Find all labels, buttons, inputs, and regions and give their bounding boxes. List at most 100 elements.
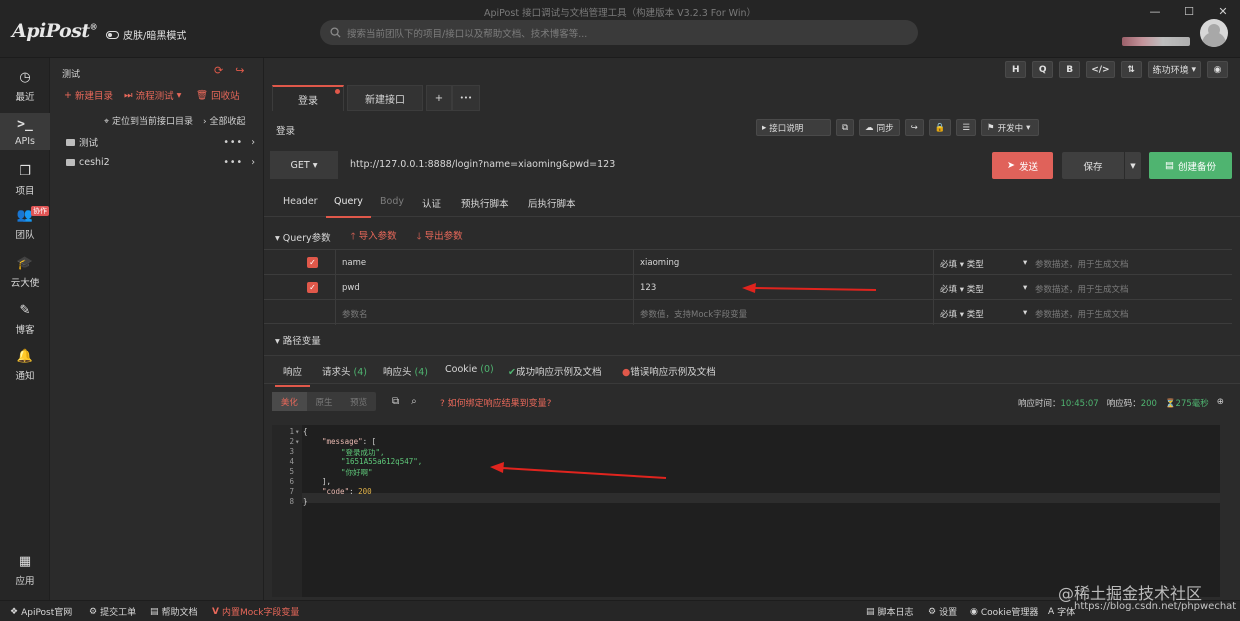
cookie-manager-button[interactable]: ◉ Cookie管理器 [970, 605, 1038, 619]
copy-icon[interactable]: ⧉ [392, 396, 399, 407]
add-tab-button[interactable]: + [426, 85, 452, 111]
create-backup-button[interactable]: ▤ 创建备份 [1149, 152, 1232, 179]
tab-error-example[interactable]: ●错误响应示例及文档 [622, 364, 716, 378]
import-params-button[interactable]: 🡑 导入参数 [351, 228, 397, 245]
api-doc-button[interactable]: ▸ 接口说明 [756, 119, 831, 136]
add-circle-icon[interactable]: ⊕ [1217, 397, 1224, 409]
required-select[interactable]: 必填 ▾ 类型 [940, 283, 984, 295]
tab-login[interactable]: 登录 [272, 85, 344, 111]
heading-button[interactable]: H [1005, 61, 1027, 78]
method-select[interactable]: GET ▾ [270, 151, 338, 179]
param-desc-input[interactable]: 参数描述，用于生成文档 [1035, 308, 1129, 320]
code-button[interactable]: </> [1086, 61, 1115, 78]
param-desc[interactable]: 参数描述，用于生成文档 [1035, 258, 1129, 270]
tab-pre-script[interactable]: 预执行脚本 [461, 196, 509, 210]
rail-item-ambassador[interactable]: 🎓 云大使 [0, 256, 50, 289]
minimize-icon[interactable]: — [1138, 0, 1172, 22]
avatar[interactable] [1200, 19, 1228, 47]
folder-actions[interactable]: ••• › [223, 157, 256, 168]
tab-request-headers[interactable]: 请求头 (4) [322, 364, 367, 378]
param-checkbox[interactable]: ✓ [307, 257, 318, 268]
theme-toggle[interactable]: 皮肤/暗黑模式 [106, 27, 186, 42]
rail-item-project[interactable]: ❐ 项目 [0, 164, 50, 197]
param-key-input[interactable]: 参数名 [342, 308, 368, 320]
send-button[interactable]: ➤ 发送 [992, 152, 1053, 179]
help-docs-link[interactable]: ▤ 帮助文档 [150, 605, 198, 619]
mock-vars-link[interactable]: V 内置Mock字段变量 [212, 605, 299, 619]
format-pretty[interactable]: 美化 [272, 392, 307, 411]
refresh-icon[interactable]: ⟳ [214, 64, 223, 77]
tab-post-script[interactable]: 后执行脚本 [528, 196, 576, 210]
fold-icon[interactable]: ▾ [295, 427, 300, 436]
path-vars-toggle[interactable]: ▾ 路径变量 [275, 333, 321, 347]
rail-item-apps[interactable]: ▦ 应用 [0, 554, 50, 587]
db-button[interactable]: ☰ [956, 119, 976, 136]
quote-button[interactable]: Q [1032, 61, 1054, 78]
share-icon[interactable]: ↪ [235, 64, 244, 77]
sort-button[interactable]: ⇅ [1120, 61, 1142, 78]
param-value-input[interactable]: 参数值，支持Mock字段变量 [640, 308, 747, 320]
sync-button[interactable]: ☁ 同步 [859, 119, 900, 136]
font-button[interactable]: A 字体 [1048, 605, 1075, 619]
share-button[interactable]: ↪ [904, 119, 924, 136]
script-log-button[interactable]: ▤ 脚本日志 [866, 605, 914, 619]
folder-item[interactable]: ceshi2 ••• › [66, 157, 256, 168]
locate-current-button[interactable]: ⌖ 定位到当前接口目录 [104, 114, 193, 127]
format-preview[interactable]: 预览 [341, 392, 376, 411]
rail-item-blog[interactable]: ✎ 博客 [0, 303, 50, 336]
param-key[interactable]: name [342, 258, 366, 268]
editor-scrollbar[interactable] [1220, 425, 1232, 597]
search-icon[interactable]: ⌕ [411, 396, 417, 407]
param-checkbox[interactable]: ✓ [307, 282, 318, 293]
url-input[interactable]: http://127.0.0.1:8888/login?name=xiaomin… [350, 159, 615, 170]
tab-response-headers[interactable]: 响应头 (4) [383, 364, 428, 378]
caret-down-icon[interactable]: ▼ [1124, 152, 1141, 179]
global-search-input[interactable]: 搜索当前团队下的项目/接口以及帮助文档、技术博客等... [320, 20, 918, 45]
maximize-icon[interactable]: ☐ [1172, 0, 1206, 22]
required-select[interactable]: 必填 ▾ 类型 [940, 258, 984, 270]
eye-button[interactable]: ◉ [1207, 61, 1228, 78]
caret-down-icon[interactable]: ▾ [1023, 283, 1027, 293]
tab-auth[interactable]: 认证 [422, 196, 441, 210]
export-params-button[interactable]: 🡓 导出参数 [417, 228, 463, 245]
lock-button[interactable]: 🔒 [928, 119, 952, 136]
status-select[interactable]: ⚑ 开发中 ▾ [980, 119, 1039, 136]
response-body-editor[interactable]: 1 2 3 4 5 6 7 8 ▾ ▾ { "message": [ "登录成功… [272, 425, 1220, 597]
folder-item[interactable]: 测试 ••• › [66, 135, 256, 149]
bind-variable-help-link[interactable]: ? 如何绑定响应结果到变量? [440, 396, 551, 409]
tab-new-api[interactable]: 新建接口 [347, 85, 423, 111]
official-site-link[interactable]: ❖ ApiPost官网 [10, 605, 72, 619]
new-dir-button[interactable]: + 新建目录 [64, 88, 113, 103]
collapse-all-button[interactable]: › 全部收起 [203, 114, 245, 127]
rail-item-recent[interactable]: ◷ 最近 [0, 70, 50, 103]
flow-test-button[interactable]: ⏭ 流程测试 ▾ [124, 88, 181, 103]
caret-down-icon[interactable]: ▾ [1023, 308, 1027, 318]
caret-down-icon[interactable]: ▾ [1023, 258, 1027, 268]
tab-header[interactable]: Header [283, 196, 318, 207]
env-select[interactable]: 练功环境 ▾ [1147, 61, 1201, 78]
required-select[interactable]: 必填 ▾ 类型 [940, 308, 984, 320]
param-desc[interactable]: 参数描述，用于生成文档 [1035, 283, 1129, 295]
ticket-link[interactable]: ⚙ 提交工单 [89, 605, 136, 619]
tab-cookie[interactable]: Cookie (0) [445, 364, 494, 375]
save-button[interactable]: 保存 ▼ [1062, 152, 1141, 179]
query-section-toggle[interactable]: ▾ Query参数 [275, 230, 331, 244]
param-key[interactable]: pwd [342, 283, 360, 293]
settings-button[interactable]: ⚙ 设置 [928, 605, 957, 619]
bold-button[interactable]: B [1059, 61, 1081, 78]
tab-query[interactable]: Query [326, 196, 371, 218]
tab-more-button[interactable]: ••• [452, 85, 480, 111]
recycle-bin-button[interactable]: 🗑 回收站 [196, 88, 240, 103]
tab-response[interactable]: 响应 [274, 364, 311, 387]
param-value[interactable]: xiaoming [640, 258, 679, 268]
copy-button[interactable]: ⧉ [836, 119, 855, 136]
tab-success-example[interactable]: ✔成功响应示例及文档 [508, 364, 601, 378]
tab-body[interactable]: Body [380, 196, 404, 207]
param-value[interactable]: 123 [640, 283, 656, 293]
rail-item-notify[interactable]: 🔔 通知 [0, 349, 50, 382]
format-raw[interactable]: 原生 [307, 392, 342, 411]
rail-item-apis[interactable]: >_ APIs [0, 113, 50, 150]
fold-icon[interactable]: ▾ [295, 437, 300, 446]
folder-actions[interactable]: ••• › [223, 137, 256, 148]
rail-item-team[interactable]: 👥 协作 团队 [0, 206, 50, 241]
